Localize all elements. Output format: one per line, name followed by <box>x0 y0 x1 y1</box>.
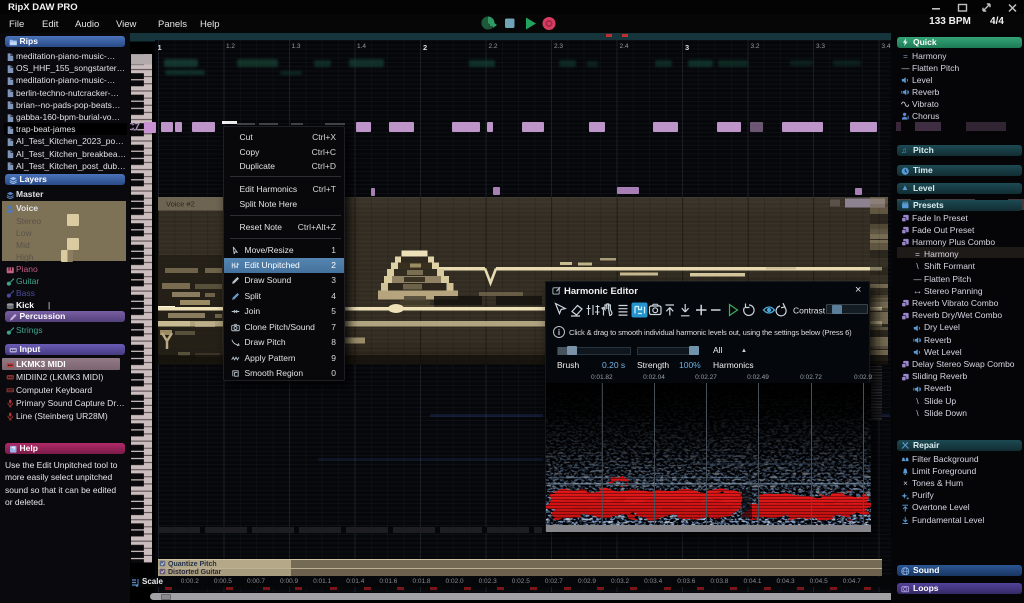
svg-text:Contrast: Contrast <box>793 306 826 316</box>
svg-text:Voice #2: Voice #2 <box>166 200 195 209</box>
